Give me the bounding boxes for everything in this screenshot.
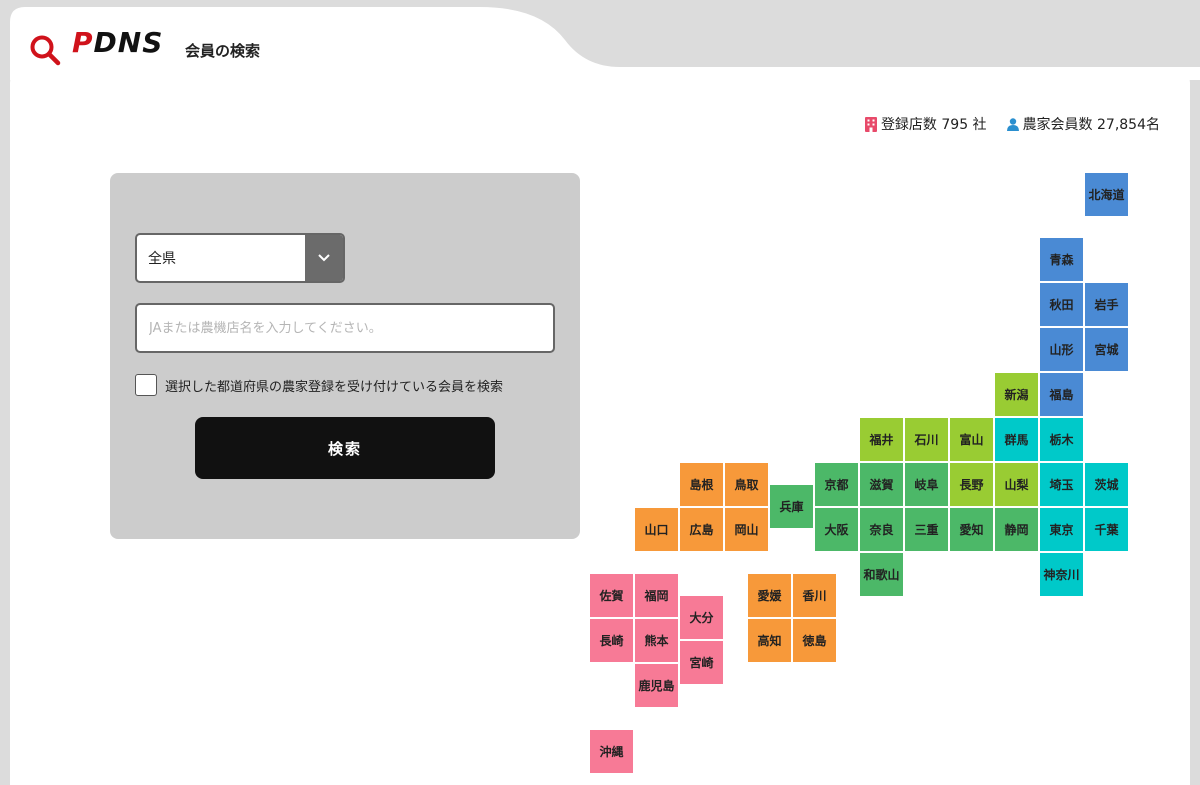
prefecture-tile[interactable]: 岡山	[725, 508, 768, 551]
name-search-input[interactable]	[135, 303, 555, 353]
prefecture-tile[interactable]: 岐阜	[905, 463, 948, 506]
header: PDNS 会員の検索	[0, 0, 560, 70]
prefecture-tile[interactable]: 滋賀	[860, 463, 903, 506]
prefecture-tile[interactable]: 広島	[680, 508, 723, 551]
prefecture-tile[interactable]: 愛媛	[748, 574, 791, 617]
logo-p: P	[72, 26, 94, 59]
prefecture-tile[interactable]: 栃木	[1040, 418, 1083, 461]
prefecture-tile[interactable]: 島根	[680, 463, 723, 506]
prefecture-tile[interactable]: 京都	[815, 463, 858, 506]
prefecture-tile[interactable]: 佐賀	[590, 574, 633, 617]
prefecture-tile[interactable]: 神奈川	[1040, 553, 1083, 596]
prefecture-tile[interactable]: 静岡	[995, 508, 1038, 551]
prefecture-tile[interactable]: 大分	[680, 596, 723, 639]
stat-members: 農家会員数 27,854名	[1006, 114, 1160, 134]
search-form: 全県 選択した都道府県の農家登録を受け付けている会員を検索 検索	[110, 173, 580, 539]
registration-checkbox[interactable]	[135, 374, 157, 396]
prefecture-tile[interactable]: 鳥取	[725, 463, 768, 506]
chevron-down-icon[interactable]	[305, 235, 343, 281]
prefecture-tile[interactable]: 茨城	[1085, 463, 1128, 506]
registration-filter: 選択した都道府県の農家登録を受け付けている会員を検索	[135, 374, 503, 396]
prefecture-tile[interactable]: 群馬	[995, 418, 1038, 461]
prefecture-tile[interactable]: 新潟	[995, 373, 1038, 416]
prefecture-tile[interactable]: 北海道	[1085, 173, 1128, 216]
prefecture-tile[interactable]: 長野	[950, 463, 993, 506]
prefecture-tile[interactable]: 長崎	[590, 619, 633, 662]
prefecture-tile[interactable]: 東京	[1040, 508, 1083, 551]
prefecture-tile[interactable]: 山梨	[995, 463, 1038, 506]
prefecture-tile[interactable]: 三重	[905, 508, 948, 551]
prefecture-tile[interactable]: 岩手	[1085, 283, 1128, 326]
prefecture-tile[interactable]: 大阪	[815, 508, 858, 551]
stat-members-text: 農家会員数 27,854名	[1022, 117, 1160, 133]
prefecture-tile[interactable]: 福岡	[635, 574, 678, 617]
prefecture-tile[interactable]: 石川	[905, 418, 948, 461]
logo[interactable]: PDNS	[72, 26, 163, 59]
prefecture-tile[interactable]: 宮崎	[680, 641, 723, 684]
prefecture-tile[interactable]: 山口	[635, 508, 678, 551]
stats-bar: 登録店数 795 社 農家会員数 27,854名	[864, 114, 1160, 134]
search-button[interactable]: 検索	[195, 417, 495, 479]
prefecture-tile[interactable]: 福島	[1040, 373, 1083, 416]
stat-stores: 登録店数 795 社	[864, 114, 987, 134]
prefecture-tile[interactable]: 熊本	[635, 619, 678, 662]
prefecture-tile[interactable]: 千葉	[1085, 508, 1128, 551]
prefecture-tile[interactable]: 富山	[950, 418, 993, 461]
person-icon	[1006, 117, 1019, 131]
search-logo-icon	[30, 35, 61, 66]
prefecture-tile[interactable]: 愛知	[950, 508, 993, 551]
prefecture-tile[interactable]: 鹿児島	[635, 664, 678, 707]
prefecture-tile[interactable]: 高知	[748, 619, 791, 662]
logo-rest: DNS	[93, 26, 164, 59]
prefecture-tile[interactable]: 奈良	[860, 508, 903, 551]
prefecture-select-value: 全県	[148, 251, 176, 267]
prefecture-tile[interactable]: 沖縄	[590, 730, 633, 773]
prefecture-tile[interactable]: 和歌山	[860, 553, 903, 596]
building-icon	[864, 116, 877, 132]
registration-checkbox-label[interactable]: 選択した都道府県の農家登録を受け付けている会員を検索	[165, 376, 503, 395]
stat-stores-text: 登録店数 795 社	[880, 117, 987, 133]
prefecture-tile[interactable]: 香川	[793, 574, 836, 617]
prefecture-tile[interactable]: 秋田	[1040, 283, 1083, 326]
page-title: 会員の検索	[185, 42, 261, 60]
prefecture-tile[interactable]: 徳島	[793, 619, 836, 662]
prefecture-tile[interactable]: 山形	[1040, 328, 1083, 371]
prefecture-tile[interactable]: 埼玉	[1040, 463, 1083, 506]
prefecture-tile[interactable]: 福井	[860, 418, 903, 461]
prefecture-select[interactable]: 全県	[135, 233, 345, 283]
prefecture-tile[interactable]: 宮城	[1085, 328, 1128, 371]
prefecture-tile[interactable]: 青森	[1040, 238, 1083, 281]
prefecture-tile[interactable]: 兵庫	[770, 485, 813, 528]
